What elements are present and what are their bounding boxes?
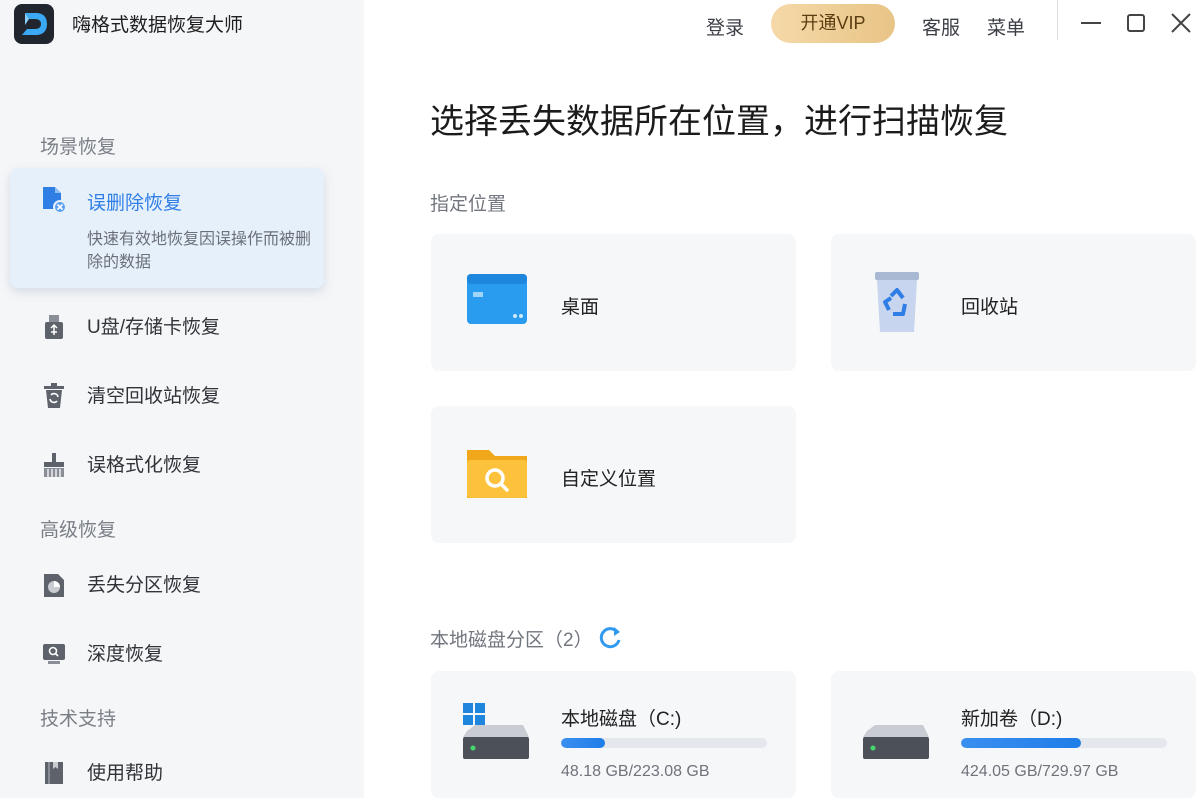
sidebar-item-label: 误删除恢复 (87, 193, 183, 214)
location-label: 桌面 (561, 297, 600, 318)
sidebar-item-label: 深度恢复 (87, 644, 164, 665)
section-scene-label: 场景恢复 (40, 137, 117, 158)
location-card-recycle[interactable]: 回收站 (831, 234, 1196, 371)
file-delete-icon (43, 187, 67, 213)
disk-usage-bar (961, 738, 1167, 748)
sidebar-item-format[interactable]: 误格式化恢复 (10, 437, 324, 489)
usb-icon (45, 315, 63, 339)
sidebar-item-desc: 快速有效地恢复因误操作而被删除的数据 (87, 231, 312, 271)
sidebar-item-label: U盘/存储卡恢复 (87, 317, 221, 338)
section-support-label: 技术支持 (40, 709, 117, 730)
brush-icon (44, 453, 64, 477)
refresh-icon[interactable] (597, 624, 623, 650)
app-logo (14, 4, 54, 44)
sidebar-item-deep[interactable]: 深度恢复 (10, 626, 324, 678)
minimize-icon[interactable] (1076, 8, 1106, 38)
location-label: 自定义位置 (561, 469, 657, 490)
help-book-icon (45, 762, 63, 784)
location-section-label: 指定位置 (430, 194, 507, 215)
sidebar: 嗨格式数据恢复大师 场景恢复 误删除恢复 快速有效地恢复因误操作而被删除的数据 … (0, 0, 364, 798)
disk-usage-fill (961, 738, 1081, 748)
app-title: 嗨格式数据恢复大师 (72, 15, 244, 36)
disk-usage-fill (561, 738, 606, 748)
section-advanced-label: 高级恢复 (40, 520, 117, 541)
maximize-icon[interactable] (1121, 8, 1151, 38)
recycle-bin-icon (44, 383, 64, 408)
disk-card-d[interactable]: 新加卷（D:) 424.05 GB/729.97 GB (831, 671, 1196, 798)
sidebar-item-label: 使用帮助 (87, 763, 164, 784)
location-label: 回收站 (961, 297, 1019, 318)
location-card-desktop[interactable]: 桌面 (431, 234, 796, 371)
disk-icon (863, 725, 929, 759)
disk-size: 424.05 GB/729.97 GB (961, 763, 1119, 780)
menu-button[interactable]: 菜单 (987, 13, 1025, 40)
sidebar-item-usb[interactable]: U盘/存储卡恢复 (10, 299, 324, 351)
disk-section-label: 本地磁盘分区（2） (430, 630, 593, 651)
service-button[interactable]: 客服 (922, 13, 960, 40)
sidebar-item-help[interactable]: 使用帮助 (10, 745, 324, 797)
folder-search-icon (467, 450, 527, 498)
sidebar-item-empty-recycle[interactable]: 清空回收站恢复 (10, 368, 324, 420)
close-icon[interactable] (1166, 8, 1196, 38)
sidebar-item-accidental-delete[interactable]: 误删除恢复 快速有效地恢复因误操作而被删除的数据 (10, 168, 324, 288)
partition-icon (44, 574, 64, 597)
disk-size: 48.18 GB/223.08 GB (561, 763, 710, 780)
recycle-bin-icon (875, 272, 919, 332)
disk-name: 新加卷（D:) (961, 709, 1063, 730)
desktop-icon (467, 274, 527, 324)
disk-name: 本地磁盘（C:) (561, 709, 682, 730)
location-card-custom[interactable]: 自定义位置 (431, 406, 796, 543)
sidebar-item-partition[interactable]: 丢失分区恢复 (10, 557, 324, 609)
disk-usage-bar (561, 738, 767, 748)
login-button[interactable]: 登录 (706, 13, 744, 40)
logo-d-icon (22, 13, 47, 35)
page-title: 选择丢失数据所在位置，进行扫描恢复 (430, 103, 1008, 141)
sidebar-item-label: 丢失分区恢复 (87, 575, 202, 596)
system-disk-icon (463, 703, 529, 759)
disk-card-c[interactable]: 本地磁盘（C:) 48.18 GB/223.08 GB (431, 671, 796, 798)
topbar-divider (1057, 0, 1058, 40)
sidebar-item-label: 清空回收站恢复 (87, 386, 221, 407)
deep-scan-icon (43, 644, 65, 664)
vip-button[interactable]: 开通VIP (771, 4, 895, 43)
sidebar-item-label: 误格式化恢复 (87, 455, 202, 476)
